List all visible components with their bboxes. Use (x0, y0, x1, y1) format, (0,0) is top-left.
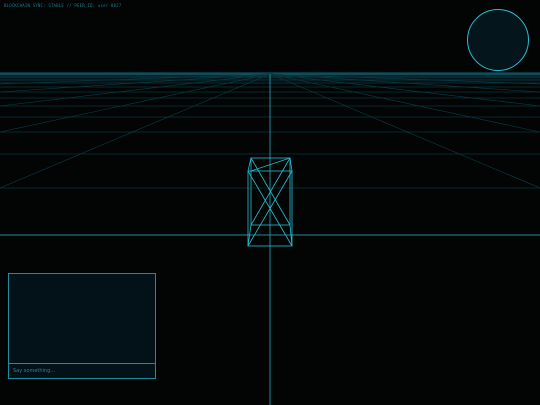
chat-input[interactable] (9, 363, 155, 378)
game-viewport[interactable]: BLOCKCHAIN SYNC: STABLE // PEER_ID: user… (0, 0, 540, 405)
minimap-radar[interactable] (467, 9, 529, 71)
chat-log (9, 274, 155, 363)
chat-panel (8, 273, 156, 379)
status-text: BLOCKCHAIN SYNC: STABLE // PEER_ID: user… (4, 3, 122, 8)
